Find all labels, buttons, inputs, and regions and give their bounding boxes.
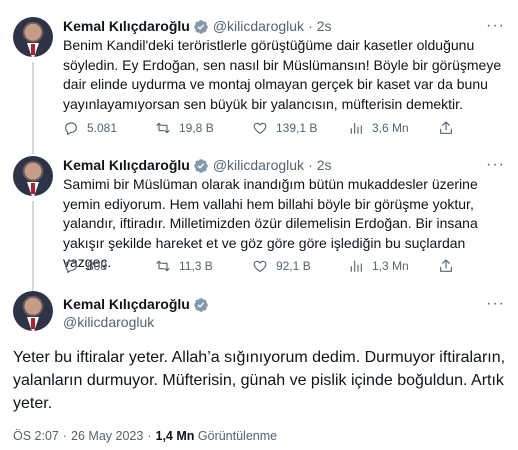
more-icon[interactable]: ··· [486,296,505,312]
avatar[interactable] [13,17,53,57]
tweet-header: Kemal Kılıçdaroğlu @kilicdarogluk · 2s [63,17,332,36]
views-button[interactable]: 1,3 Mn [348,258,438,274]
share-button[interactable] [438,258,454,274]
thread-line [32,201,34,291]
retweet-count: 11,3 B [179,259,213,273]
reply-button[interactable]: 5.081 [63,120,155,136]
like-button[interactable]: 92,1 B [252,258,348,274]
tweet-time[interactable]: 2s [317,17,332,36]
reply-icon [65,260,77,273]
author-name[interactable]: Kemal Kılıçdaroğlu [63,295,190,314]
views-count: 1,3 Mn [372,259,409,273]
views-icon [350,260,362,272]
retweet-icon [156,260,170,272]
author-name[interactable]: Kemal Kılıçdaroğlu [63,156,190,175]
tweet-2[interactable]: Kemal Kılıçdaroğlu @kilicdarogluk · 2s ·… [0,150,518,291]
tweet-header: Kemal Kılıçdaroğlu @kilicdarogluk · 2s [63,156,332,175]
tweet-actions: 808 11,3 B 92,1 B 1,3 Mn [63,256,463,276]
like-button[interactable]: 139,1 B [252,120,348,136]
tweet-actions: 5.081 19,8 B 139,1 B 3,6 Mn [63,118,463,138]
main-tweet: Kemal Kılıçdaroğlu @kilicdarogluk ··· Ye… [0,285,518,450]
author-handle[interactable]: @kilicdarogluk [213,17,304,36]
views-count: 1,4 Mn [155,429,195,443]
avatar[interactable] [13,291,53,331]
reply-count: 808 [87,259,108,273]
like-icon [253,122,267,134]
more-icon[interactable]: ··· [486,157,505,173]
reply-button[interactable]: 808 [63,258,155,274]
tweet-thread: Kemal Kılıçdaroğlu @kilicdarogluk · 2s ·… [0,0,518,450]
reply-count: 5.081 [87,121,118,135]
retweet-button[interactable]: 19,8 B [155,120,252,136]
author-name[interactable]: Kemal Kılıçdaroğlu [63,17,190,36]
verified-icon [193,158,208,173]
verified-icon [193,19,208,34]
verified-icon [193,297,208,312]
reply-icon [65,122,77,135]
separator-dot: · [62,429,68,443]
retweet-icon [156,122,170,134]
views-button[interactable]: 3,6 Mn [348,120,438,136]
retweet-button[interactable]: 11,3 B [155,258,252,274]
like-count: 92,1 B [276,259,311,273]
tweet-1[interactable]: Kemal Kılıçdaroğlu @kilicdarogluk · 2s ·… [0,0,518,154]
retweet-count: 19,8 B [179,121,214,135]
like-icon [253,260,267,272]
tweet-date[interactable]: 26 May 2023 [71,429,143,443]
views-count: 3,6 Mn [372,121,409,135]
views-icon [350,122,362,134]
avatar[interactable] [13,156,53,196]
share-button[interactable] [438,120,454,136]
author-handle[interactable]: @kilicdarogluk [213,156,304,175]
separator-dot: · [147,429,152,443]
views-label: Görüntülenme [197,429,278,443]
tweet-text: Benim Kandil'deki teröristlerle görüştüğ… [63,37,502,112]
tweet-header: Kemal Kılıçdaroğlu [63,295,213,314]
tweet-time[interactable]: 2s [317,156,332,175]
author-handle[interactable]: @kilicdarogluk [63,314,154,330]
tweet-meta: ÖS 2:07 · 26 May 2023 · 1,4 Mn Görüntülenme [13,429,277,443]
separator-dot: · [308,157,313,173]
share-icon [440,121,452,134]
share-icon [440,259,452,272]
more-icon[interactable]: ··· [486,18,505,34]
tweet-text: Yeter bu iftiralar yeter. Allah’a sığını… [13,349,506,412]
like-count: 139,1 B [276,121,318,135]
separator-dot: · [308,18,313,34]
thread-line [32,62,34,154]
tweet-time[interactable]: ÖS 2:07 [13,429,59,443]
